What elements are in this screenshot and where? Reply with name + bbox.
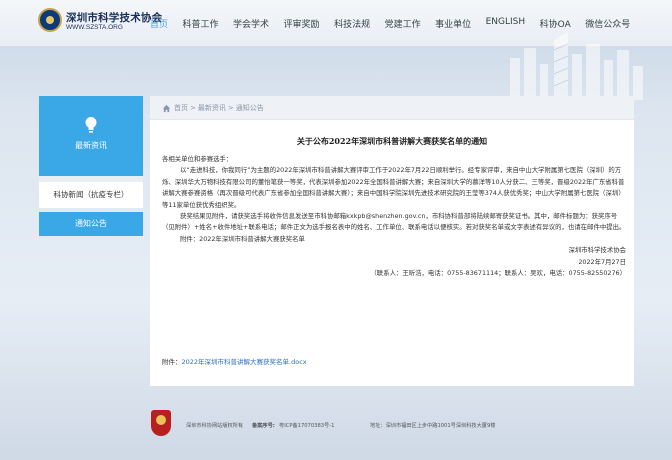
main-nav: 首页 科普工作 学会学术 评审奖励 科技法规 党建工作 事业单位 ENGLISH…	[150, 17, 645, 31]
attachment-link[interactable]: 2022年深圳市科普讲解大赛获奖名单.docx	[182, 358, 307, 366]
skyline-decoration-icon	[510, 32, 643, 100]
nav-item-regulations[interactable]: 科技法规	[334, 17, 370, 31]
article-salutation: 各相关单位和参赛选手：	[162, 155, 233, 163]
sidebar-item-news[interactable]: 科协新闻（抗疫专栏）	[39, 182, 143, 208]
nav-item-institutions[interactable]: 事业单位	[435, 17, 471, 31]
breadcrumb-level1[interactable]: 最新资讯	[198, 103, 226, 113]
breadcrumb-bar: 首页 > 最新资讯 > 通知公告	[150, 96, 634, 120]
nav-item-oa[interactable]: 科协OA	[540, 17, 571, 31]
attachment-row: 附件：2022年深圳市科普讲解大赛获奖名单.docx	[162, 356, 307, 366]
footer-icp[interactable]: 粤ICP备17070383号-1	[279, 422, 334, 429]
article-date: 2022年7月27日	[578, 257, 626, 266]
breadcrumb: 首页 > 最新资讯 > 通知公告	[162, 103, 266, 113]
footer-icp-label: 备案序号:	[252, 423, 275, 429]
nav-item-awards[interactable]: 评审奖励	[284, 17, 320, 31]
article-title: 关于公布2022年深圳市科普讲解大赛获奖名单的通知	[296, 136, 488, 146]
nav-item-wechat[interactable]: 微信公众号	[585, 17, 630, 31]
article-panel: 首页 > 最新资讯 > 通知公告 关于公布2022年深圳市科普讲解大赛获奖名单的…	[150, 96, 634, 386]
org-url: WWW.SZSTA.ORG	[66, 24, 123, 31]
site-footer: 深圳市科协网站版权所有 备案序号: 粤ICP备17070383号-1 地址：深圳…	[0, 400, 672, 444]
lightbulb-icon	[85, 117, 97, 133]
nav-item-academic[interactable]: 学会学术	[233, 17, 269, 31]
footer-copyright: 深圳市科协网站版权所有	[186, 423, 244, 429]
article-signature: 深圳市科学技术协会	[568, 246, 626, 255]
article-body: 各相关单位和参赛选手： 以“走进科技，你我同行”为主题的2022年深圳市科普讲解…	[162, 154, 626, 279]
org-logo-icon[interactable]	[38, 8, 62, 32]
breadcrumb-home[interactable]: 首页	[174, 103, 188, 113]
gov-badge-icon[interactable]	[151, 410, 171, 436]
nav-item-science-popularization[interactable]: 科普工作	[183, 17, 219, 31]
sidebar-header: 最新资讯	[39, 96, 143, 176]
nav-item-home[interactable]: 首页	[150, 17, 168, 31]
sidebar-title: 最新资讯	[75, 141, 107, 150]
sidebar-item-notices[interactable]: 通知公告	[39, 212, 143, 236]
article-paragraph: 以“走进科技，你我同行”为主题的2022年深圳市科普讲解大赛评审工作于2022年…	[162, 166, 625, 209]
attachment-label: 附件：	[162, 358, 182, 366]
org-name[interactable]: 深圳市科学技术协会	[66, 10, 162, 25]
article-attachment-note: 附件：2022年深圳市科普讲解大赛获奖名单	[180, 234, 305, 243]
footer-address: 地址：深圳市福田区上步中路1001号深圳科技大厦9楼	[370, 423, 496, 429]
nav-item-english[interactable]: ENGLISH	[486, 17, 526, 31]
breadcrumb-sep: >	[227, 104, 234, 112]
article-paragraph: 获奖结果见附件，请获奖选手将收件信息发送至市科协邮箱kxkpb@shenzhen…	[162, 212, 626, 232]
article-contact: （联系人：王昕浩，电话：0755-83671114；联系人：吴欢，电话：0755…	[370, 269, 626, 278]
home-icon	[162, 104, 171, 112]
nav-item-party-building[interactable]: 党建工作	[385, 17, 421, 31]
breadcrumb-level2[interactable]: 通知公告	[236, 103, 264, 113]
breadcrumb-sep: >	[190, 104, 196, 112]
